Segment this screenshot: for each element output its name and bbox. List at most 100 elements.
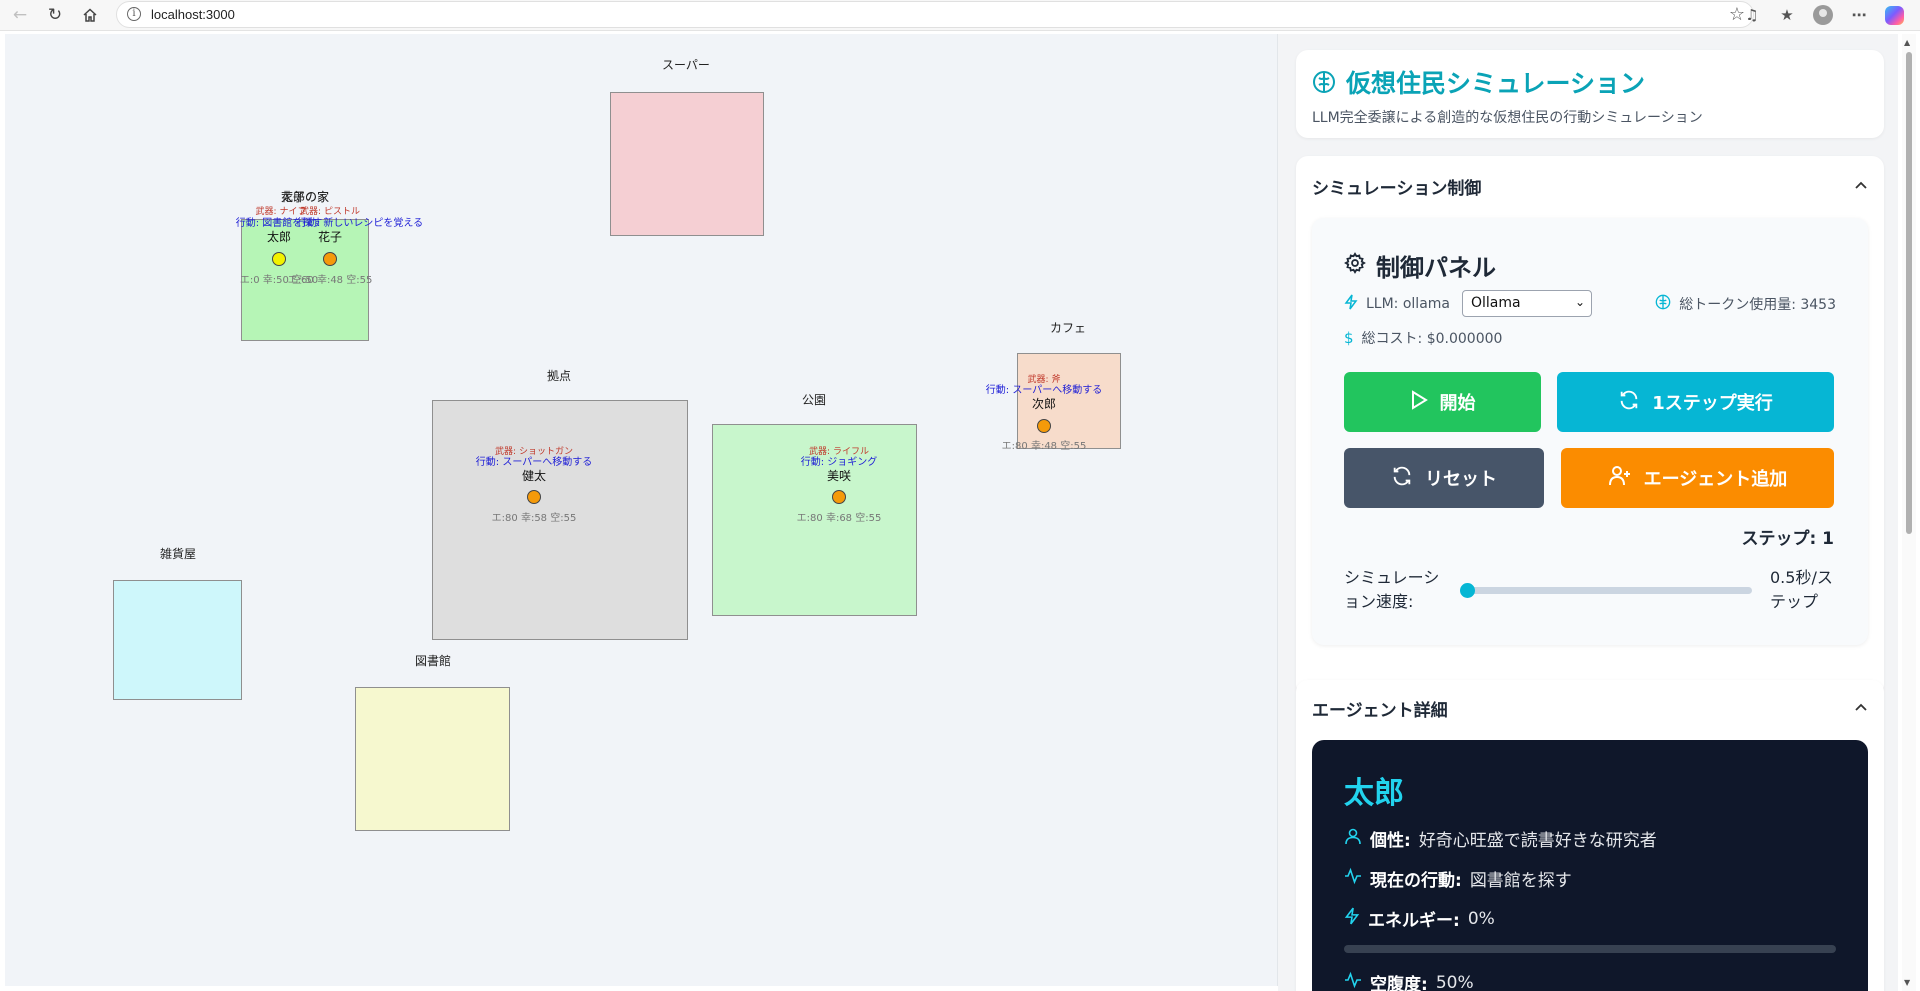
agent-marker-kenta[interactable] xyxy=(527,490,541,504)
agent-action-row: 現在の行動: 図書館を探す xyxy=(1344,866,1572,891)
personality-label: 個性: xyxy=(1370,831,1411,851)
brain-icon xyxy=(1655,294,1671,314)
agent-stats: エ:60 幸:48 空:55 xyxy=(287,275,373,286)
speed-label: シミュレーション速度: xyxy=(1344,568,1440,611)
agent-personality-row: 個性: 好奇心旺盛で読書好きな研究者 xyxy=(1344,826,1657,851)
address-bar[interactable]: i localhost:3000 ☆ xyxy=(116,1,1754,28)
media-icon[interactable]: ♫ xyxy=(1740,3,1764,27)
copilot-icon[interactable] xyxy=(1882,3,1906,27)
play-icon xyxy=(1410,389,1428,415)
control-sidebar: 仮想住民シミュレーション LLM完全委譲による創造的な仮想住民の行動シミュレーシ… xyxy=(1278,34,1898,991)
favorites-icon[interactable]: ★ xyxy=(1775,3,1799,27)
llm-indicator: LLM: ollama xyxy=(1344,294,1450,314)
add-agent-button-label: エージェント追加 xyxy=(1643,469,1788,490)
agent-action: 行動: 新しいレシピを覚える xyxy=(296,218,424,229)
action-value: 図書館を探す xyxy=(1469,871,1572,891)
agent-name: 次郎 xyxy=(1031,397,1057,411)
total-cost: $ 総コスト: $0.000000 xyxy=(1344,328,1502,348)
address-url: localhost:3000 xyxy=(151,7,235,22)
agent-marker-jiro[interactable] xyxy=(1037,419,1051,433)
reset-button[interactable]: リセット xyxy=(1344,448,1544,508)
speed-slider-track[interactable] xyxy=(1466,587,1752,594)
step-button[interactable]: 1ステップ実行 xyxy=(1557,372,1834,432)
agent-action: 行動: スーパーへ移動する xyxy=(985,385,1103,396)
agent-name: 花子 xyxy=(317,230,343,244)
chevron-up-icon[interactable] xyxy=(1854,700,1868,714)
lightning-icon xyxy=(1344,294,1358,314)
reset-button-label: リセット xyxy=(1425,469,1497,490)
location-label-base: 拠点 xyxy=(546,369,572,383)
app-title: 仮想住民シミュレーション xyxy=(1346,69,1646,98)
page-scrollbar[interactable]: ▲ ▼ xyxy=(1902,34,1916,991)
location-label-general-store: 雑貨屋 xyxy=(159,547,197,561)
token-usage-text: 総トークン使用量: 3453 xyxy=(1679,297,1836,313)
speed-value: 0.5秒/ステップ xyxy=(1770,568,1833,611)
simulation-control-section: シミュレーション制御 制御パネル LLM: ollama Ollama ⌄ 総ト… xyxy=(1296,156,1884,696)
agent-detail-section: エージェント詳細 太郎 個性: 好奇心旺盛で読書好きな研究者 現在の行動: 図書… xyxy=(1296,680,1884,991)
agent-energy-row: エネルギー: 0% xyxy=(1344,906,1495,931)
reload-icon[interactable]: ↻ xyxy=(43,3,67,27)
step-button-label: 1ステップ実行 xyxy=(1652,393,1773,414)
agent-action: 行動: ジョギング xyxy=(800,457,878,468)
location-label-cafe: カフェ xyxy=(1049,321,1087,335)
hunger-value: 50% xyxy=(1435,972,1474,991)
dollar-icon: $ xyxy=(1344,329,1354,347)
location-label-library: 図書館 xyxy=(414,654,452,668)
app-header: 仮想住民シミュレーション LLM完全委譲による創造的な仮想住民の行動シミュレーシ… xyxy=(1296,50,1884,138)
site-info-icon[interactable]: i xyxy=(127,7,141,21)
back-icon[interactable]: ← xyxy=(8,3,32,27)
home-icon[interactable] xyxy=(78,3,102,27)
profile-avatar[interactable] xyxy=(1811,3,1835,27)
agent-name: 太郎 xyxy=(266,230,292,244)
location-label-super: スーパー xyxy=(662,58,710,72)
refresh-icon xyxy=(1391,465,1413,492)
activity-icon xyxy=(1344,971,1362,991)
agent-marker-misaki[interactable] xyxy=(832,490,846,504)
energy-value: 0% xyxy=(1467,908,1495,929)
chevron-up-icon[interactable] xyxy=(1854,178,1868,192)
location-super[interactable] xyxy=(610,92,764,236)
agent-stats: エ:80 幸:48 空:55 xyxy=(1001,441,1087,452)
llm-select[interactable]: Ollama ⌄ xyxy=(1462,290,1592,317)
location-label-taro-home: 太郎の家 xyxy=(280,190,330,204)
speed-slider-thumb[interactable] xyxy=(1460,583,1475,598)
activity-icon xyxy=(1344,867,1362,890)
total-cost-text: 総コスト: $0.000000 xyxy=(1361,331,1503,347)
agent-marker-taro[interactable] xyxy=(272,252,286,266)
app-subtitle: LLM完全委譲による創造的な仮想住民の行動シミュレーション xyxy=(1312,110,1703,126)
gear-icon xyxy=(1344,252,1366,278)
control-panel-title: 制御パネル xyxy=(1376,254,1496,282)
user-plus-icon xyxy=(1608,465,1632,492)
scroll-up-arrow[interactable]: ▲ xyxy=(1904,38,1910,47)
start-button[interactable]: 開始 xyxy=(1344,372,1541,432)
location-library[interactable] xyxy=(355,687,510,831)
agent-hunger-row: 空腹度: 50% xyxy=(1344,970,1474,991)
brain-icon xyxy=(1312,70,1336,98)
user-icon xyxy=(1344,827,1362,850)
control-panel: 制御パネル LLM: ollama Ollama ⌄ 総トークン使用量: 345… xyxy=(1312,218,1868,645)
agent-stats: エ:80 幸:68 空:55 xyxy=(796,513,882,524)
hunger-label: 空腹度: xyxy=(1370,975,1428,991)
simulation-map[interactable]: スーパー 花子の家 太郎の家 武器: ナイフ 行動: 図書館を探す 太郎 エ:0… xyxy=(5,34,1278,986)
section-title-agent-detail: エージェント詳細 xyxy=(1312,701,1448,721)
agent-action: 行動: スーパーへ移動する xyxy=(475,457,593,468)
scrollbar-thumb[interactable] xyxy=(1906,52,1912,534)
personality-value: 好奇心旺盛で読書好きな研究者 xyxy=(1418,831,1657,851)
more-menu-icon[interactable]: ⋯ xyxy=(1847,3,1871,27)
step-counter: ステップ: 1 xyxy=(1741,529,1834,549)
refresh-icon xyxy=(1618,389,1640,416)
location-general-store[interactable] xyxy=(113,580,242,700)
agent-stats: エ:80 幸:58 空:55 xyxy=(491,513,577,524)
chevron-down-icon: ⌄ xyxy=(1574,295,1585,309)
scroll-down-arrow[interactable]: ▼ xyxy=(1904,978,1910,987)
agent-detail-name: 太郎 xyxy=(1344,776,1404,811)
agent-marker-hanako[interactable] xyxy=(323,252,337,266)
token-usage: 総トークン使用量: 3453 xyxy=(1655,294,1836,314)
browser-toolbar: ← ↻ i localhost:3000 ☆ ♫ ★ ⋯ xyxy=(0,0,1920,31)
action-label: 現在の行動: xyxy=(1370,871,1462,891)
section-title-simulation-control: シミュレーション制御 xyxy=(1312,179,1482,199)
energy-label: エネルギー: xyxy=(1368,911,1460,931)
agent-name: 健太 xyxy=(521,469,547,483)
llm-select-value: Ollama xyxy=(1471,295,1521,311)
add-agent-button[interactable]: エージェント追加 xyxy=(1561,448,1834,508)
